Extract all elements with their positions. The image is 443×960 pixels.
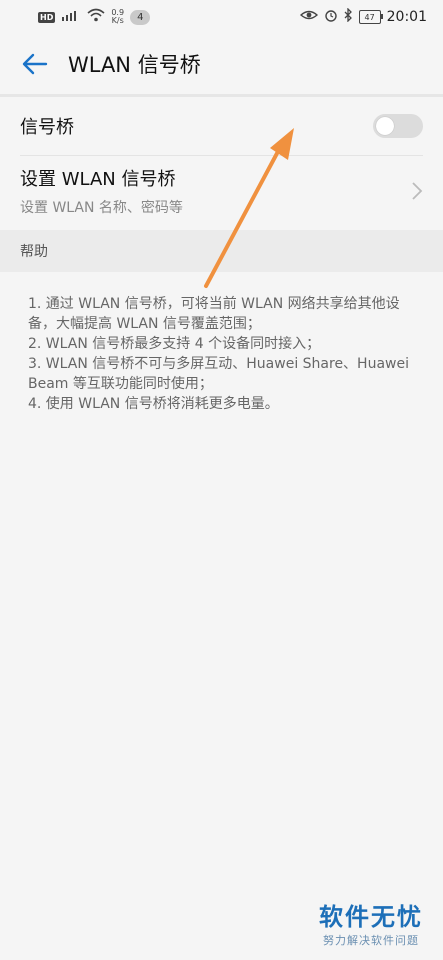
help-line: 2. WLAN 信号桥最多支持 4 个设备同时接入； bbox=[28, 336, 321, 352]
help-line: 3. WLAN 信号桥不可与多屏互动、Huawei Share、Huawei B… bbox=[28, 356, 409, 392]
back-button[interactable] bbox=[20, 49, 50, 79]
signal-bridge-switch[interactable] bbox=[373, 114, 423, 138]
watermark-title: 软件无忧 bbox=[319, 903, 423, 931]
wifi-icon bbox=[87, 8, 105, 26]
page-title: WLAN 信号桥 bbox=[68, 53, 201, 77]
network-rate: 0.9 K/s bbox=[111, 9, 124, 25]
status-bar-right: 47 20:01 bbox=[299, 7, 427, 26]
alarm-icon bbox=[324, 8, 338, 26]
eye-comfort-icon bbox=[299, 9, 318, 25]
notification-count: 4 bbox=[130, 9, 151, 25]
help-line: 1. 通过 WLAN 信号桥，可将当前 WLAN 网络共享给其他设备，大幅提高 … bbox=[28, 296, 400, 332]
signal-bridge-toggle-row[interactable]: 信号桥 bbox=[0, 97, 443, 155]
switch-knob bbox=[376, 117, 394, 135]
bluetooth-icon bbox=[344, 7, 353, 26]
signal-bridge-label: 信号桥 bbox=[20, 117, 74, 138]
chevron-right-icon bbox=[412, 182, 423, 200]
status-bar: HD 0.9 K/s 4 47 20:01 bbox=[0, 0, 443, 34]
help-section-header: 帮助 bbox=[0, 230, 443, 272]
hd-badge: HD bbox=[38, 11, 56, 23]
watermark-subtitle: 努力解决软件问题 bbox=[323, 934, 419, 947]
status-bar-left: HD 0.9 K/s 4 bbox=[38, 8, 151, 26]
setup-row-subtitle: 设置 WLAN 名称、密码等 bbox=[20, 200, 183, 216]
back-arrow-icon bbox=[22, 53, 48, 75]
battery-icon: 47 bbox=[358, 10, 383, 24]
setup-row-text: 设置 WLAN 信号桥 设置 WLAN 名称、密码等 bbox=[20, 165, 183, 217]
app-bar: WLAN 信号桥 bbox=[0, 34, 443, 94]
clock-time: 20:01 bbox=[386, 9, 427, 25]
signal-icon bbox=[61, 9, 81, 25]
network-rate-unit: K/s bbox=[111, 16, 124, 25]
help-line: 4. 使用 WLAN 信号桥将消耗更多电量。 bbox=[28, 396, 279, 412]
setup-row-title: 设置 WLAN 信号桥 bbox=[20, 169, 176, 190]
setup-signal-bridge-row[interactable]: 设置 WLAN 信号桥 设置 WLAN 名称、密码等 bbox=[0, 156, 443, 226]
watermark-logo: 软件无忧 努力解决软件问题 bbox=[315, 897, 427, 948]
help-text: 1. 通过 WLAN 信号桥，可将当前 WLAN 网络共享给其他设备，大幅提高 … bbox=[0, 272, 443, 436]
